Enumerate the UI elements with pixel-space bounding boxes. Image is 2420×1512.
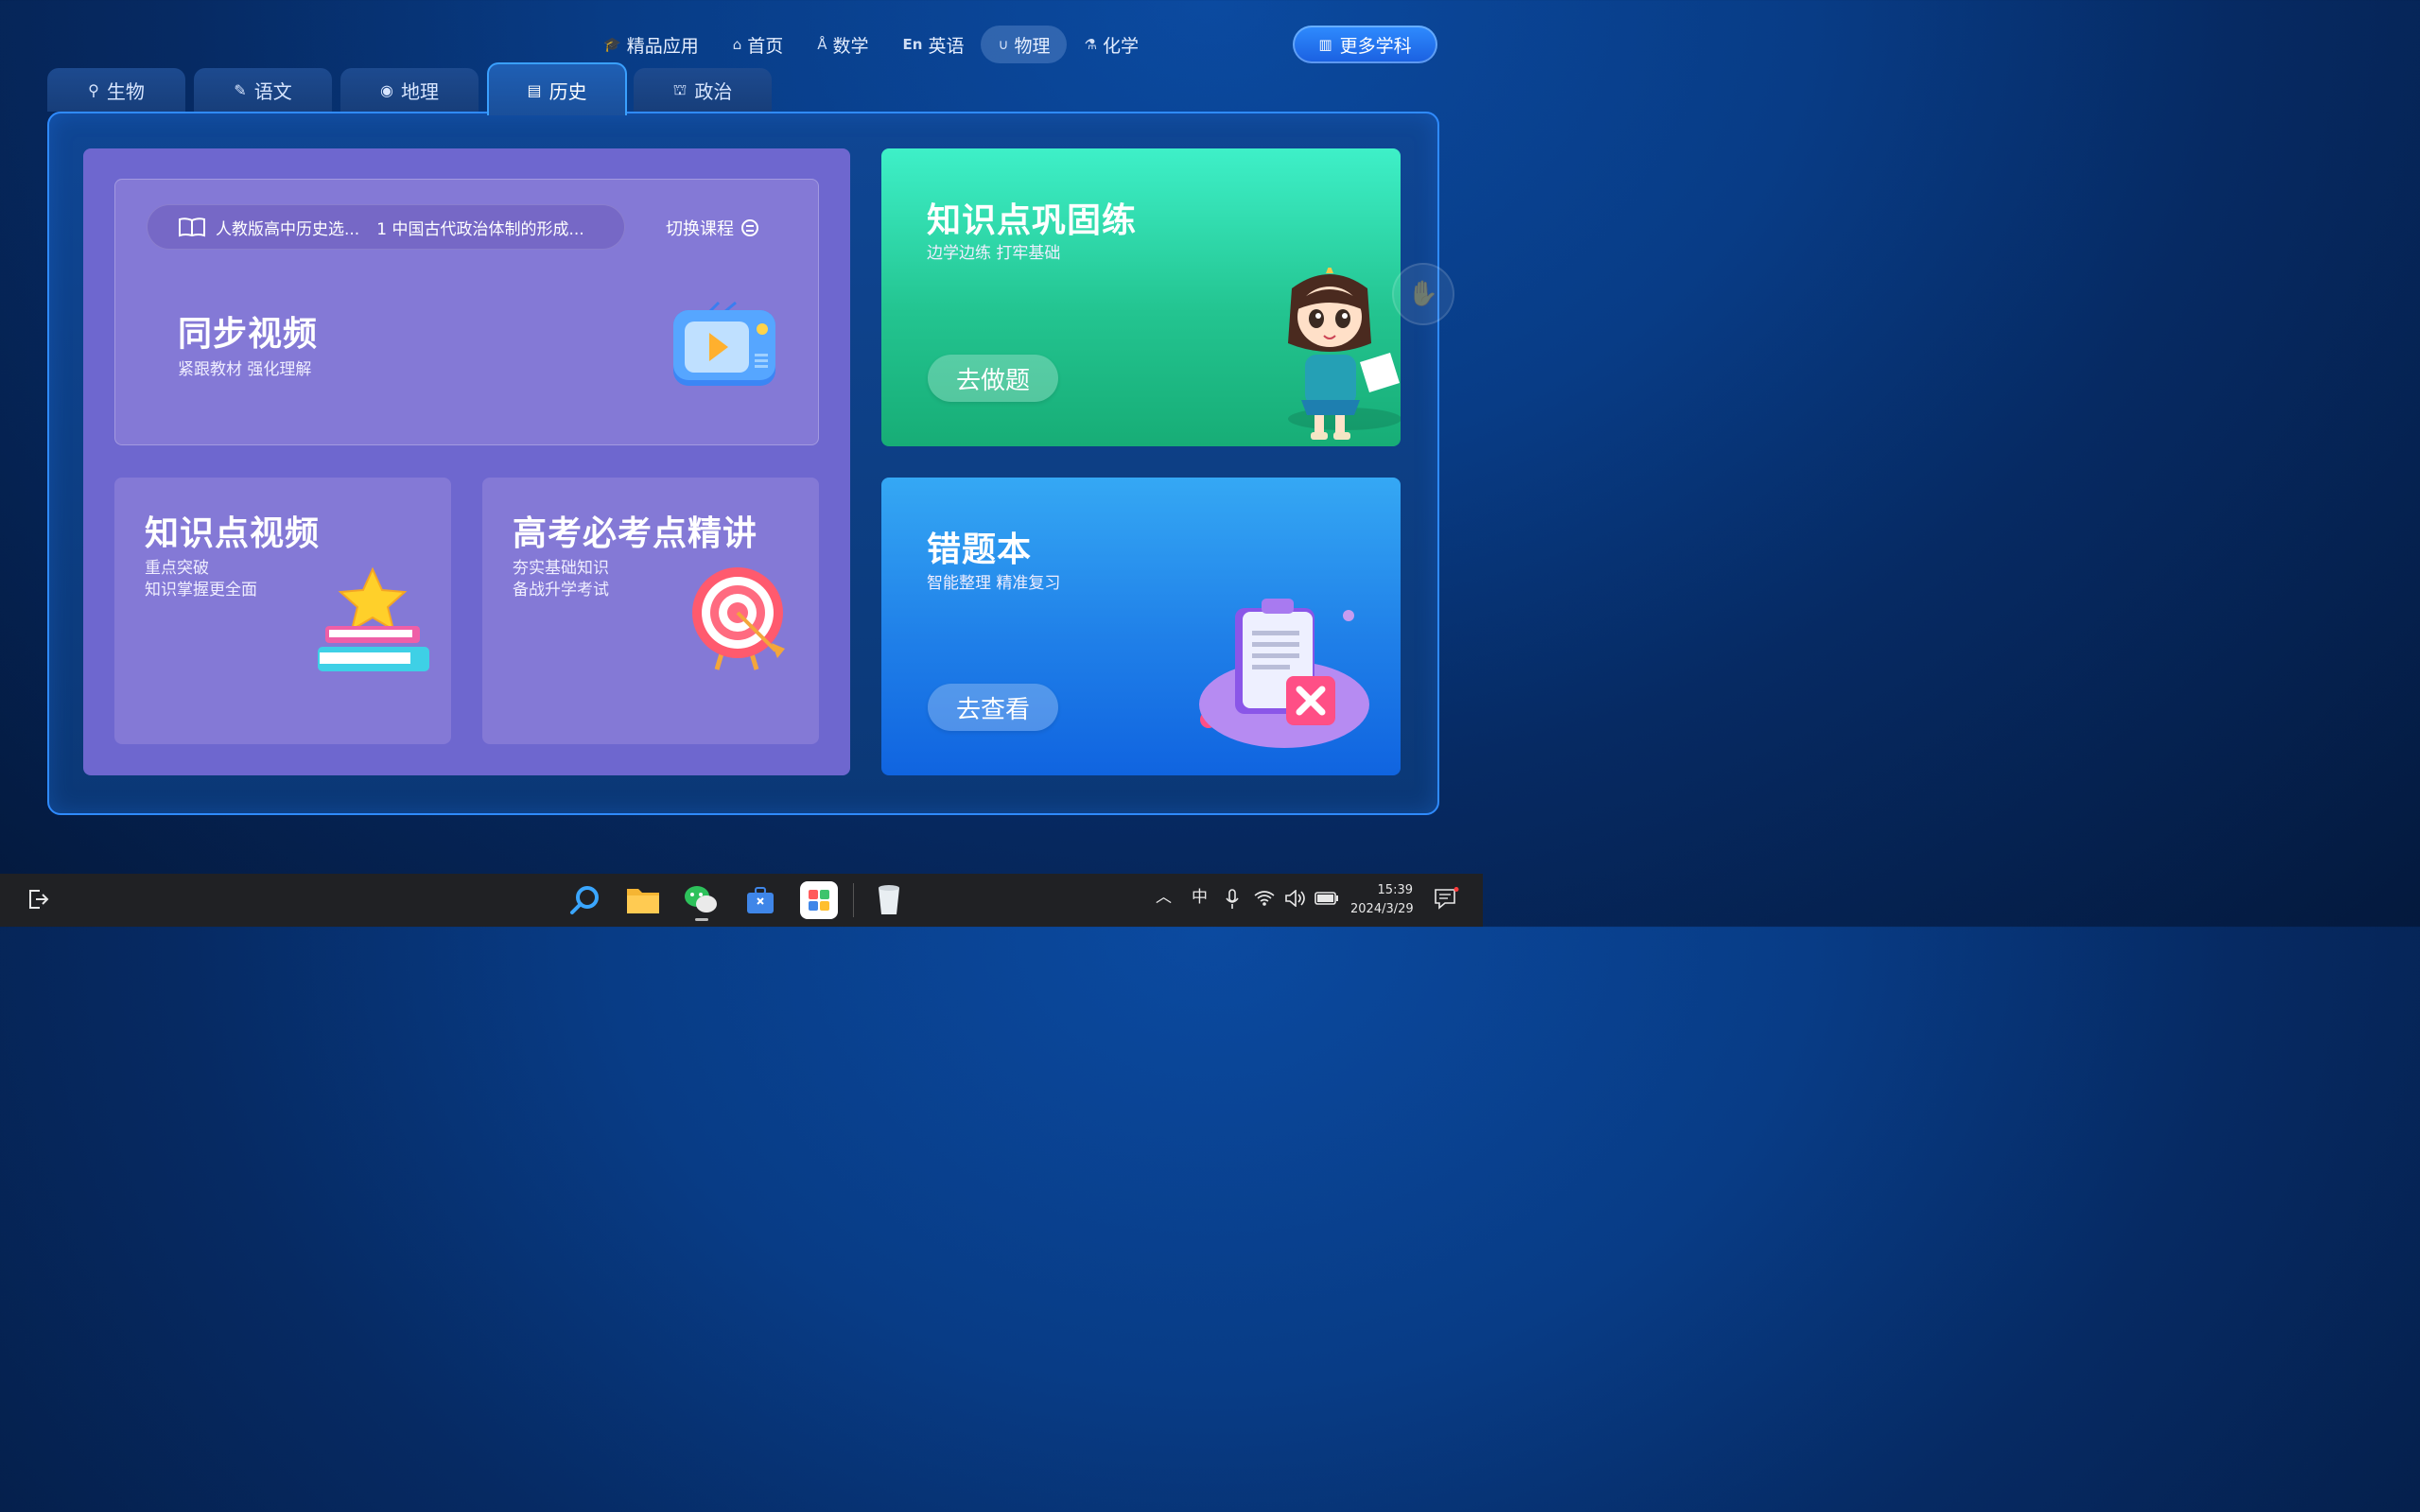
knowledge-video-line1: 重点突破 [145, 559, 209, 578]
sync-video-subtitle: 紧跟教材 强化理解 [178, 360, 312, 379]
nav-item-physics[interactable]: ∪ 物理 [981, 26, 1068, 63]
english-icon: En [902, 36, 923, 53]
tab-politics[interactable]: ⛫ 政治 [634, 68, 772, 112]
switch-course-button[interactable]: 切换课程 [666, 216, 758, 240]
ime-indicator[interactable]: 中 [1192, 883, 1208, 907]
books-star-illustration [318, 567, 429, 671]
globe-icon: ◉ [380, 80, 393, 99]
wechat-icon[interactable] [682, 881, 720, 919]
floating-assistant-button[interactable]: ✋ [1392, 263, 1454, 325]
notification-icon[interactable] [1434, 887, 1460, 912]
book-icon [179, 217, 205, 237]
podium-icon: ⛫ [672, 79, 688, 98]
tab-history[interactable]: ▤ 历史 [487, 62, 627, 115]
wifi-icon[interactable] [1254, 890, 1275, 907]
speaker-icon[interactable] [1284, 890, 1307, 907]
nav-item-chemistry[interactable]: ⚗ 化学 [1067, 26, 1155, 63]
microscope-icon: ⚲ [88, 80, 99, 99]
nav-item-math[interactable]: Å 数学 [800, 26, 885, 63]
gaokao-line1: 夯实基础知识 [513, 559, 609, 578]
knowledge-video-title: 知识点视频 [145, 514, 321, 553]
girl-character-illustration [1288, 268, 1401, 440]
pen-icon: ✎ [234, 80, 247, 99]
clipboard-illustration [1199, 599, 1369, 748]
books-icon: ▥ [1318, 36, 1332, 53]
home-icon: ⌂ [732, 36, 742, 53]
flask-icon: ⚗ [1084, 36, 1097, 53]
scroll-icon: ▤ [527, 80, 542, 99]
knowledge-video-line2: 知识掌握更全面 [145, 581, 257, 600]
do-exercises-button[interactable]: 去做题 [928, 355, 1058, 402]
tab-chinese[interactable]: ✎ 语文 [194, 68, 332, 112]
mistakes-subtitle: 智能整理 精准复习 [927, 574, 1061, 593]
battery-icon[interactable] [1314, 892, 1339, 905]
file-explorer-icon[interactable] [624, 881, 662, 919]
clock-time: 15:39 [1377, 883, 1413, 897]
practice-subtitle: 边学边练 打牢基础 [927, 244, 1061, 263]
hand-wave-icon: ✋ [1407, 280, 1439, 308]
magnet-icon: ∪ [998, 36, 1009, 53]
active-app-indicator [695, 918, 708, 921]
nav-item-home[interactable]: ⌂ 首页 [716, 26, 801, 63]
exit-icon[interactable] [26, 887, 51, 912]
switch-icon [741, 219, 758, 236]
search-icon[interactable] [566, 881, 603, 919]
toolbox-icon[interactable] [741, 881, 779, 919]
more-subjects-button[interactable]: ▥ 更多学科 [1293, 26, 1437, 63]
top-nav: 🎓 精品应用 ⌂ 首页 Å 数学 En 英语 ∪ 物理 ⚗ 化学 [586, 26, 1156, 63]
tab-biology[interactable]: ⚲ 生物 [47, 68, 185, 112]
taskbar-divider [853, 883, 854, 917]
system-clock[interactable]: 15:39 2024/3/29 [1350, 881, 1414, 919]
current-course-pill[interactable]: 人教版高中历史选... 1 中国古代政治体制的形成... [147, 204, 625, 250]
app-store-icon[interactable] [800, 881, 838, 919]
tab-geography[interactable]: ◉ 地理 [340, 68, 479, 112]
view-mistakes-button[interactable]: 去查看 [928, 684, 1058, 731]
nav-item-premium-apps[interactable]: 🎓 精品应用 [586, 26, 716, 63]
target-illustration [692, 567, 785, 670]
gaokao-title: 高考必考点精讲 [513, 514, 758, 553]
math-icon: Å [817, 36, 827, 53]
graduation-cap-icon: 🎓 [603, 36, 621, 53]
nav-item-english[interactable]: En 英语 [886, 26, 982, 63]
microphone-icon[interactable] [1225, 889, 1240, 910]
clock-date: 2024/3/29 [1350, 902, 1414, 916]
recycle-bin-icon[interactable] [870, 881, 908, 919]
gaokao-line2: 备战升学考试 [513, 581, 609, 600]
mistakes-title: 错题本 [927, 530, 1033, 569]
chevron-up-icon[interactable]: ︿ [1156, 883, 1172, 907]
sync-video-title: 同步视频 [178, 315, 319, 354]
tv-illustration [673, 301, 775, 386]
practice-title: 知识点巩固练 [927, 201, 1138, 240]
